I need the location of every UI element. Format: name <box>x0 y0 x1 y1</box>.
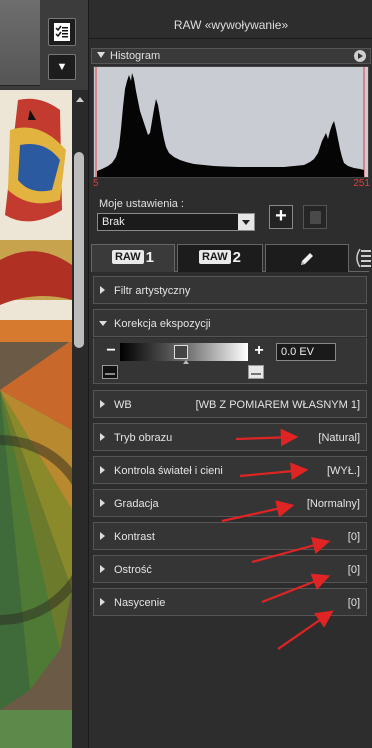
collapse-triangle-icon <box>99 321 107 326</box>
section-value: [Natural] <box>318 432 360 444</box>
expand-triangle-icon <box>100 598 105 606</box>
section-sharpness[interactable]: Ostrość [0] <box>93 555 367 583</box>
expand-triangle-icon <box>100 499 105 507</box>
section-label: Ostrość <box>114 564 152 576</box>
section-value: [WYŁ.] <box>326 465 360 477</box>
section-label: Korekcja ekspozycji <box>114 318 211 330</box>
section-label: Kontrola świateł i cieni <box>114 465 223 477</box>
section-value: [Normalny] <box>306 498 360 510</box>
exposure-decrease-button[interactable]: − <box>102 343 120 361</box>
section-label: Kontrast <box>114 531 155 543</box>
photo-image <box>0 90 72 748</box>
my-settings-label: Moje ustawienia : <box>99 198 184 210</box>
expand-triangle-icon <box>100 400 105 408</box>
raw-processing-panel: RAW «wywoływanie» Histogram 5 251 Moje u… <box>88 0 372 748</box>
histogram-play-icon[interactable] <box>354 50 366 62</box>
tab-raw-2[interactable]: RAW 2 <box>177 244 263 272</box>
histogram-graph <box>93 66 369 178</box>
section-label: Gradacja <box>114 498 159 510</box>
histogram-curve <box>94 67 368 177</box>
tab-number: 1 <box>145 249 154 266</box>
exposure-value-field[interactable]: 0.0 EV <box>276 343 336 361</box>
menu-bracket-icon <box>356 248 361 268</box>
dark-preview-icon <box>102 365 118 379</box>
section-value: [0] <box>347 597 360 609</box>
section-label: Tryb obrazu <box>114 432 173 444</box>
histogram-label: Histogram <box>110 50 161 62</box>
histogram-header[interactable]: Histogram <box>91 48 371 64</box>
section-saturation[interactable]: Nasycenie [0] <box>93 588 367 616</box>
section-label: Nasycenie <box>114 597 166 609</box>
expand-triangle-icon <box>100 286 105 294</box>
trash-icon <box>310 211 321 224</box>
preset-select[interactable]: Brak <box>97 213 255 231</box>
exposure-slider-thumb[interactable] <box>174 345 188 359</box>
checklist-button[interactable] <box>48 18 76 46</box>
photo-preview <box>0 90 72 748</box>
thumbnail-strip <box>0 0 40 86</box>
section-exposure-correction[interactable]: Korekcja ekspozycji <box>93 309 367 337</box>
expand-triangle-icon <box>100 565 105 573</box>
image-viewer: ▼ <box>0 0 88 748</box>
tab-number: 2 <box>232 249 241 266</box>
chevron-down-icon[interactable] <box>238 214 254 230</box>
section-value: [0] <box>347 531 360 543</box>
section-picture-mode[interactable]: Tryb obrazu [Natural] <box>93 423 367 451</box>
slider-center-marker <box>183 360 189 364</box>
expand-triangle-icon <box>100 433 105 441</box>
tab-raw-1[interactable]: RAW 1 <box>91 244 175 272</box>
divider <box>89 38 372 39</box>
checklist-icon <box>54 23 70 41</box>
raw-badge: RAW <box>198 250 231 264</box>
scroll-up-icon[interactable] <box>76 97 84 102</box>
section-label: Filtr artystyczny <box>114 285 191 297</box>
triangle-down-icon: ▼ <box>56 61 68 73</box>
collapse-triangle-icon <box>97 52 105 58</box>
histogram-max-value: 251 <box>353 178 370 189</box>
view-options-dropdown-button[interactable]: ▼ <box>48 54 76 80</box>
raw-badge: RAW <box>111 250 144 264</box>
tab-bar: RAW 1 RAW 2 <box>91 244 371 272</box>
plus-icon: + <box>275 205 287 227</box>
expand-triangle-icon <box>100 466 105 474</box>
section-highlight-shadow-control[interactable]: Kontrola świateł i cieni [WYŁ.] <box>93 456 367 484</box>
viewer-toolbar: ▼ <box>0 0 88 88</box>
section-gradation[interactable]: Gradacja [Normalny] <box>93 489 367 517</box>
section-label: WB <box>114 399 132 411</box>
exposure-increase-button[interactable]: + <box>250 343 268 361</box>
section-value: [WB Z POMIAREM WŁASNYM 1] <box>195 399 360 411</box>
scrollbar-thumb[interactable] <box>74 152 84 348</box>
light-preview-icon <box>248 365 264 379</box>
section-white-balance[interactable]: WB [WB Z POMIAREM WŁASNYM 1] <box>93 390 367 418</box>
tab-edit[interactable] <box>265 244 349 272</box>
section-art-filter[interactable]: Filtr artystyczny <box>93 276 367 304</box>
expand-triangle-icon <box>100 532 105 540</box>
histogram-min-value: 5 <box>93 178 99 189</box>
preset-select-value: Brak <box>102 216 125 228</box>
section-contrast[interactable]: Kontrast [0] <box>93 522 367 550</box>
tab-menu-icon[interactable] <box>353 248 371 268</box>
pencil-icon <box>301 253 313 265</box>
exposure-controls: − + 0.0 EV <box>93 338 367 384</box>
add-preset-button[interactable]: + <box>269 205 293 229</box>
delete-preset-button[interactable] <box>303 205 327 229</box>
section-value: [0] <box>347 564 360 576</box>
panel-title: RAW «wywoływanie» <box>173 18 289 32</box>
